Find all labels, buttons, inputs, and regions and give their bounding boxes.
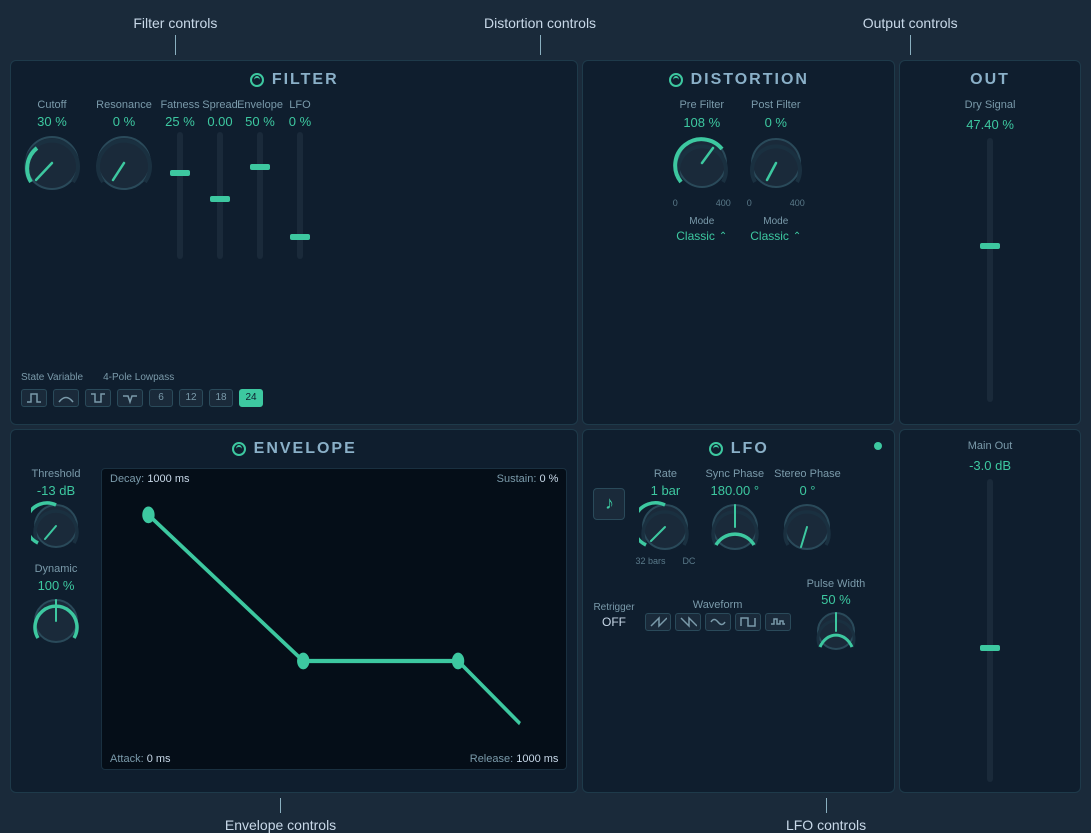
filter-envelope-slider[interactable] [257, 132, 263, 259]
pre-mode-chevron: ⌃ [719, 231, 727, 242]
slope-18-button[interactable]: 18 [209, 389, 233, 407]
lfo-panel: LFO ♪ Rate 1 bar [582, 429, 895, 794]
slope-24-button[interactable]: 24 [239, 389, 263, 407]
resonance-knob[interactable] [93, 132, 155, 194]
dry-signal-slider[interactable] [987, 138, 993, 402]
distortion-panel: DISTORTION Pre Filter 108 % 0 400 [582, 60, 895, 425]
stereo-phase-knob[interactable] [781, 501, 833, 553]
pre-filter-knob[interactable] [673, 134, 731, 192]
fatness-slider[interactable] [177, 132, 183, 259]
main-out-panel: Main Out -3.0 dB [899, 429, 1081, 794]
pulse-width-knob[interactable] [814, 609, 858, 653]
slope-12-button[interactable]: 12 [179, 389, 203, 407]
distortion-controls-annotation: Distortion controls [484, 15, 596, 55]
lfo-title: LFO [731, 440, 769, 458]
wave-btn-notch[interactable] [117, 389, 143, 407]
threshold-knob[interactable] [31, 501, 81, 551]
dynamic-knob[interactable] [31, 596, 81, 646]
output-title: OUT [970, 71, 1010, 89]
filter-title: FILTER [272, 71, 339, 89]
lfo-wave-saw[interactable] [645, 613, 671, 631]
pre-filter-label: Pre Filter [679, 99, 724, 111]
dynamic-knob-container: Dynamic 100 % [31, 563, 81, 646]
lfo-wave-revsaw[interactable] [675, 613, 701, 631]
dry-signal-label: Dry Signal [965, 99, 1016, 111]
filter-power-button[interactable] [250, 73, 264, 87]
cutoff-knob-container: Cutoff 30 % [21, 99, 83, 194]
lfo-power-button[interactable] [709, 442, 723, 456]
resonance-knob-container: Resonance 0 % [93, 99, 155, 194]
post-mode-select[interactable]: Classic ⌃ [750, 229, 801, 243]
spread-slider[interactable] [217, 132, 223, 259]
output-controls-annotation: Output controls [863, 15, 958, 55]
cutoff-knob[interactable] [21, 132, 83, 194]
lfo-active-indicator [874, 442, 882, 450]
envelope-title: ENVELOPE [254, 440, 357, 458]
sync-phase-knob-container: Sync Phase 180.00 ° [705, 468, 764, 553]
wave-btn-bp[interactable] [53, 389, 79, 407]
rate-knob-container: Rate 1 bar 32 bars DC [635, 468, 695, 566]
lfo-wave-random[interactable] [765, 613, 791, 631]
main-out-label: Main Out [968, 440, 1013, 452]
wave-btn-lp[interactable] [21, 389, 47, 407]
pre-mode-select[interactable]: Classic ⌃ [676, 229, 727, 243]
main-out-slider[interactable] [987, 479, 993, 783]
rate-knob[interactable] [639, 501, 691, 553]
four-pole-label: 4-Pole Lowpass [103, 372, 174, 383]
state-variable-label: State Variable [21, 372, 83, 383]
lfo-wave-square[interactable] [735, 613, 761, 631]
envelope-power-button[interactable] [232, 442, 246, 456]
stereo-phase-knob-container: Stereo Phase 0 ° [774, 468, 841, 553]
envelope-display: Decay: 1000 ms Sustain: 0 % Attack: 0 ms… [101, 468, 567, 771]
slope-6-button[interactable]: 6 [149, 389, 173, 407]
pre-mode-label: Mode [689, 216, 714, 227]
dry-signal-value: 47.40 % [966, 117, 1014, 132]
spread-slider-container: Spread 0.00 [205, 99, 235, 259]
filter-lfo-slider[interactable] [297, 132, 303, 259]
output-panel: OUT Dry Signal 47.40 % [899, 60, 1081, 425]
envelope-controls-annotation: Envelope controls [225, 798, 336, 833]
wave-btn-hp[interactable] [85, 389, 111, 407]
lfo-wave-sine[interactable] [705, 613, 731, 631]
threshold-knob-container: Threshold -13 dB [31, 468, 81, 551]
post-filter-label: Post Filter [751, 99, 801, 111]
pulse-width-section: Pulse Width 50 % [807, 578, 866, 653]
filter-lfo-slider-container: LFO 0 % [285, 99, 315, 259]
post-filter-knob[interactable] [747, 134, 805, 192]
filter-envelope-slider-container: Envelope 50 % [245, 99, 275, 259]
lfo-controls-annotation: LFO controls [786, 798, 866, 833]
envelope-panel: ENVELOPE Threshold -13 dB [10, 429, 578, 794]
main-out-value: -3.0 dB [969, 458, 1011, 473]
distortion-title: DISTORTION [691, 71, 809, 89]
note-icon[interactable]: ♪ [593, 488, 625, 520]
post-mode-label: Mode [763, 216, 788, 227]
pre-filter-value: 108 % [683, 115, 720, 130]
filter-panel: FILTER Cutoff 30 % [10, 60, 578, 425]
retrigger-section: Retrigger OFF [593, 602, 634, 629]
fatness-slider-container: Fatness 25 % [165, 99, 195, 259]
distortion-power-button[interactable] [669, 73, 683, 87]
filter-controls-annotation: Filter controls [133, 15, 217, 55]
sync-phase-knob[interactable] [709, 501, 761, 553]
post-filter-value: 0 % [765, 115, 787, 130]
post-mode-chevron: ⌃ [793, 231, 801, 242]
